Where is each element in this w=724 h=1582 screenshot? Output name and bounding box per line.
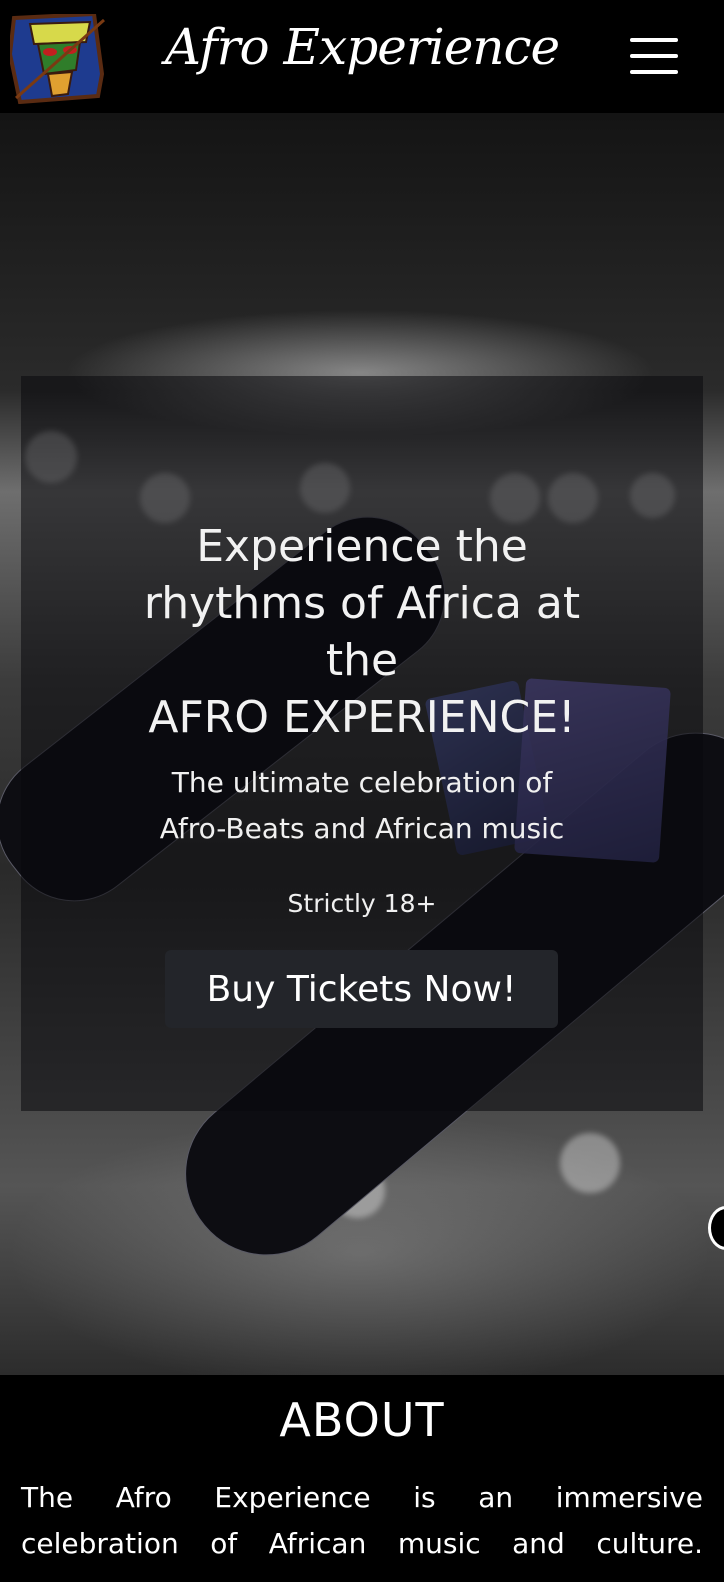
hero-title-line: rhythms of Africa at xyxy=(143,578,581,629)
age-notice: Strictly 18+ xyxy=(287,889,437,918)
bokeh-light xyxy=(560,1133,620,1193)
brand-title[interactable]: Afro Experience xyxy=(0,18,724,76)
hamburger-menu-icon[interactable] xyxy=(630,36,678,76)
hero-subtitle: The ultimate celebration of Afro-Beats a… xyxy=(80,760,644,852)
hero-title-line: AFRO EXPERIENCE! xyxy=(148,692,576,743)
hero-title: Experience the rhythms of Africa at the … xyxy=(60,518,664,746)
buy-tickets-button[interactable]: Buy Tickets Now! xyxy=(165,950,558,1028)
hero-subtitle-line: Afro-Beats and African music xyxy=(159,812,565,845)
hero-title-line: Experience the xyxy=(196,521,528,572)
about-section: ABOUT The Afro Experience is an immersiv… xyxy=(0,1375,724,1582)
about-heading: ABOUT xyxy=(279,1393,445,1447)
hero-title-line: the xyxy=(325,635,399,686)
about-text: The Afro Experience is an immersive cele… xyxy=(21,1481,703,1560)
hero-subtitle-line: The ultimate celebration of xyxy=(171,766,553,799)
site-header: Afro Experience xyxy=(0,0,724,113)
